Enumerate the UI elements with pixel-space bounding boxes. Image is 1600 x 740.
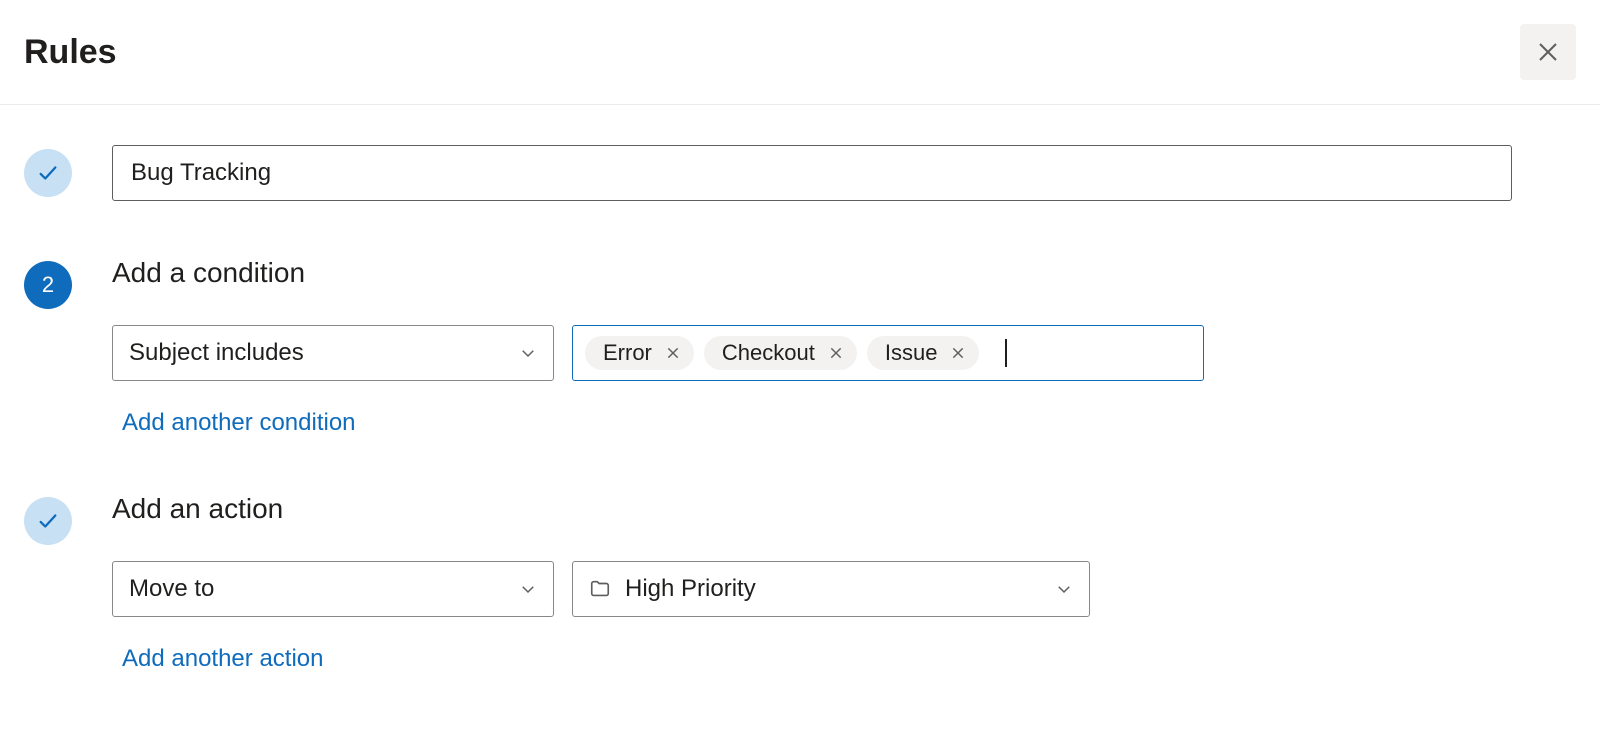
close-icon [951,346,965,360]
condition-type-select[interactable]: Subject includes [112,325,554,381]
dialog-header: Rules [0,0,1600,105]
chevron-down-icon [519,580,537,598]
tag-label: Issue [885,342,938,364]
add-action-link[interactable]: Add another action [122,645,1576,673]
condition-value-input[interactable]: Error Checkout [572,325,1204,381]
text-cursor [1005,339,1007,367]
step-condition: 2 Add a condition Subject includes Error [24,257,1576,437]
folder-icon [589,578,611,600]
tag-chip: Error [585,336,694,370]
step-rule-name [24,145,1576,201]
tag-label: Error [603,342,652,364]
checkmark-icon [37,510,59,532]
close-icon [666,346,680,360]
checkmark-icon [37,162,59,184]
tag-chip: Issue [867,336,980,370]
close-icon [829,346,843,360]
step-status-badge [24,497,72,545]
page-title: Rules [24,33,117,72]
action-section-title: Add an action [112,493,1576,525]
action-type-select[interactable]: Move to [112,561,554,617]
step-number-badge: 2 [24,261,72,309]
add-condition-link[interactable]: Add another condition [122,409,1576,437]
step-number: 2 [42,272,54,298]
tag-chip: Checkout [704,336,857,370]
chevron-down-icon [519,344,537,362]
step-action: Add an action Move to High Priori [24,493,1576,673]
close-icon [1536,40,1560,64]
rule-name-input[interactable] [112,145,1512,201]
step-status-badge [24,149,72,197]
action-target-select[interactable]: High Priority [572,561,1090,617]
dialog-content: 2 Add a condition Subject includes Error [0,105,1600,673]
action-type-value: Move to [129,575,214,603]
action-target-value: High Priority [625,575,756,603]
close-button[interactable] [1520,24,1576,80]
tag-remove-button[interactable] [947,342,969,364]
condition-section-title: Add a condition [112,257,1576,289]
condition-type-value: Subject includes [129,339,304,367]
tag-label: Checkout [722,342,815,364]
tag-remove-button[interactable] [662,342,684,364]
chevron-down-icon [1055,580,1073,598]
tag-remove-button[interactable] [825,342,847,364]
